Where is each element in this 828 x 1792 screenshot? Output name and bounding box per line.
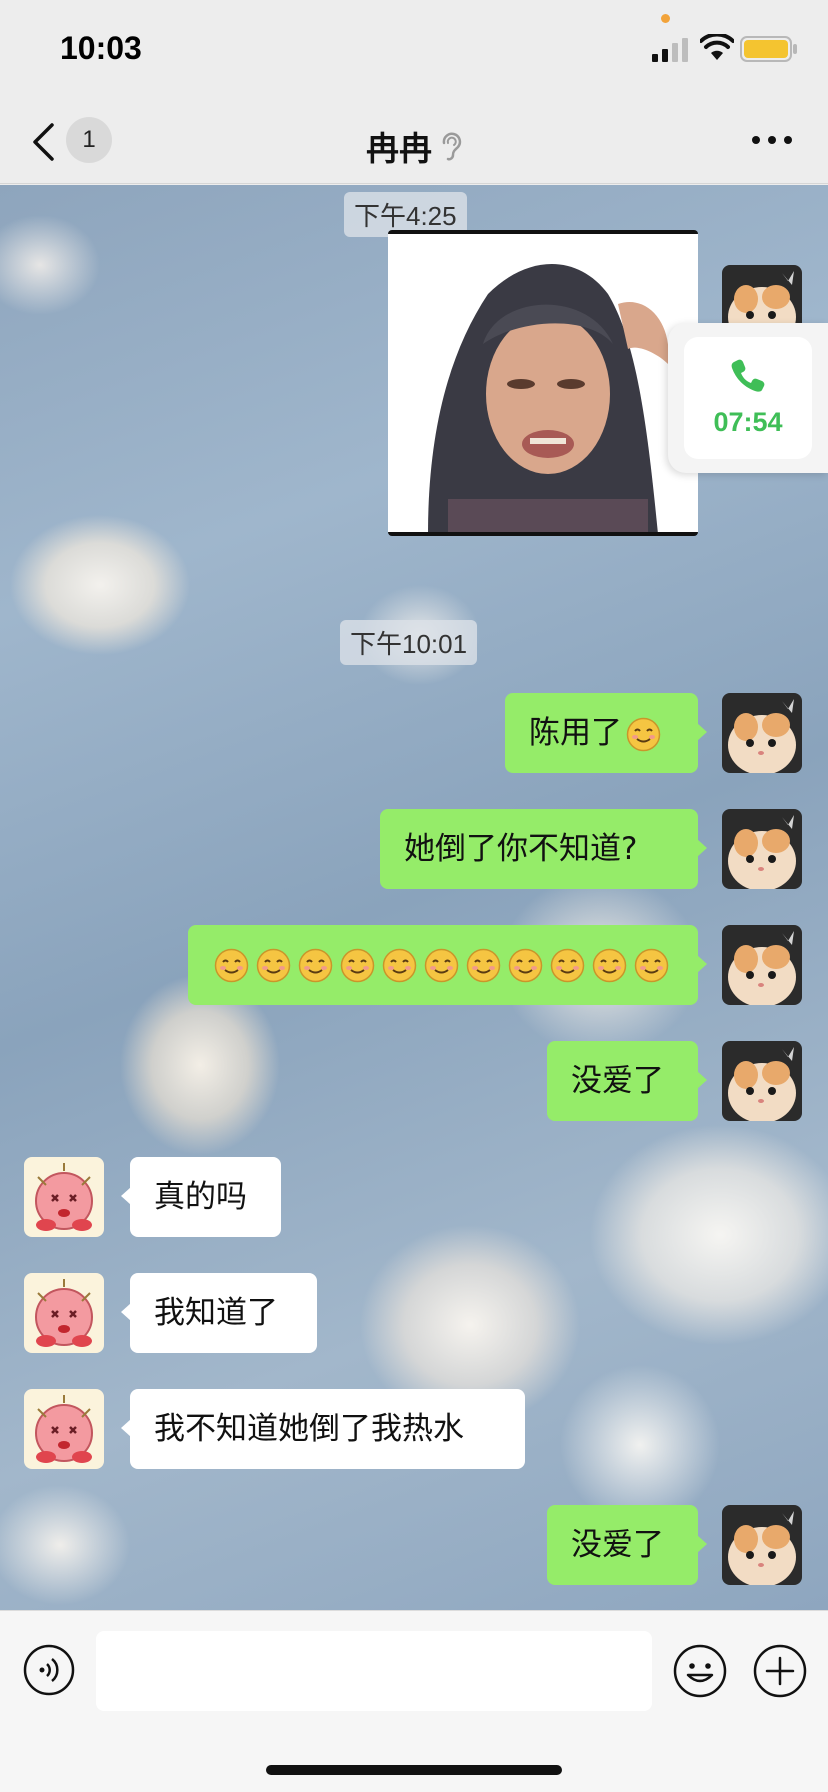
signal-icon [652, 38, 688, 62]
status-time: 10:03 [60, 30, 142, 66]
my-avatar[interactable] [722, 1505, 802, 1585]
smiley-emoji-icon [298, 948, 333, 982]
cat-avatar-image [722, 809, 802, 889]
smiley-emoji-icon [508, 948, 543, 982]
cat-avatar-image [722, 1041, 802, 1121]
smiley-emoji-icon [424, 948, 459, 982]
message-input[interactable] [96, 1631, 652, 1711]
contact-avatar[interactable] [24, 1389, 104, 1469]
emoji-icon[interactable] [672, 1643, 728, 1699]
chat-message-list[interactable]: 下午4:25 07:54 下午10:01 陈用了 她倒了你不知道? 没爱了 真的… [0, 185, 828, 1610]
smiley-emoji-icon [550, 948, 585, 982]
message-bubble-received[interactable]: 真的吗 [121, 1157, 281, 1237]
plus-icon[interactable] [752, 1643, 808, 1699]
smiley-emoji-icon [634, 948, 669, 982]
cat-avatar-image [722, 1505, 802, 1585]
home-indicator [266, 1765, 562, 1775]
smiley-emoji-icon [214, 948, 249, 982]
call-widget-card: 07:54 [684, 337, 812, 459]
message-bubble-sent[interactable]: 陈用了 [505, 693, 707, 773]
message-bubble-sent[interactable]: 她倒了你不知道? [380, 809, 707, 889]
voice-call-floating-widget[interactable]: 07:54 [668, 323, 828, 473]
contact-avatar[interactable] [24, 1273, 104, 1353]
chat-title-wrap: 冉冉 [0, 122, 828, 170]
message-text: 陈用了 [529, 715, 622, 751]
battery-icon [740, 36, 797, 62]
my-avatar[interactable] [722, 693, 802, 773]
smiley-emoji-icon [466, 948, 501, 982]
kirby-avatar-image [24, 1157, 104, 1237]
kirby-avatar-image [24, 1273, 104, 1353]
message-bubble-sent[interactable]: 没爱了 [547, 1041, 707, 1121]
chat-title: 冉冉 [366, 129, 432, 168]
smiley-emoji-icon [592, 948, 627, 982]
photo-image [388, 234, 698, 532]
message-bubble-received[interactable]: 我知道了 [121, 1273, 317, 1353]
smiley-emoji-icon [340, 948, 375, 982]
smiley-emoji-icon [382, 948, 417, 982]
call-duration: 07:54 [713, 407, 783, 437]
image-message[interactable] [388, 230, 698, 536]
message-bubble-received[interactable]: 我不知道她倒了我热水 [121, 1389, 525, 1469]
message-bubble-sent-emoji[interactable] [188, 925, 707, 1005]
kirby-avatar-image [24, 1389, 104, 1469]
smiley-emoji-icon [256, 948, 291, 982]
wifi-icon [700, 34, 734, 60]
ear-icon [442, 132, 462, 161]
phone-icon [731, 359, 765, 392]
cat-avatar-image [722, 925, 802, 1005]
message-bubble-sent[interactable]: 没爱了 [547, 1505, 707, 1585]
status-bar: 10:03 [0, 0, 828, 100]
timestamp: 下午10:01 [340, 620, 478, 665]
smiley-emoji-icon [626, 717, 661, 752]
my-avatar[interactable] [722, 809, 802, 889]
cat-avatar-image [722, 693, 802, 773]
privacy-indicator-dot [661, 14, 670, 23]
my-avatar[interactable] [722, 925, 802, 1005]
message-input-bar [0, 1610, 828, 1792]
my-avatar[interactable] [722, 1041, 802, 1121]
contact-avatar[interactable] [24, 1157, 104, 1237]
voice-icon[interactable] [22, 1643, 76, 1697]
